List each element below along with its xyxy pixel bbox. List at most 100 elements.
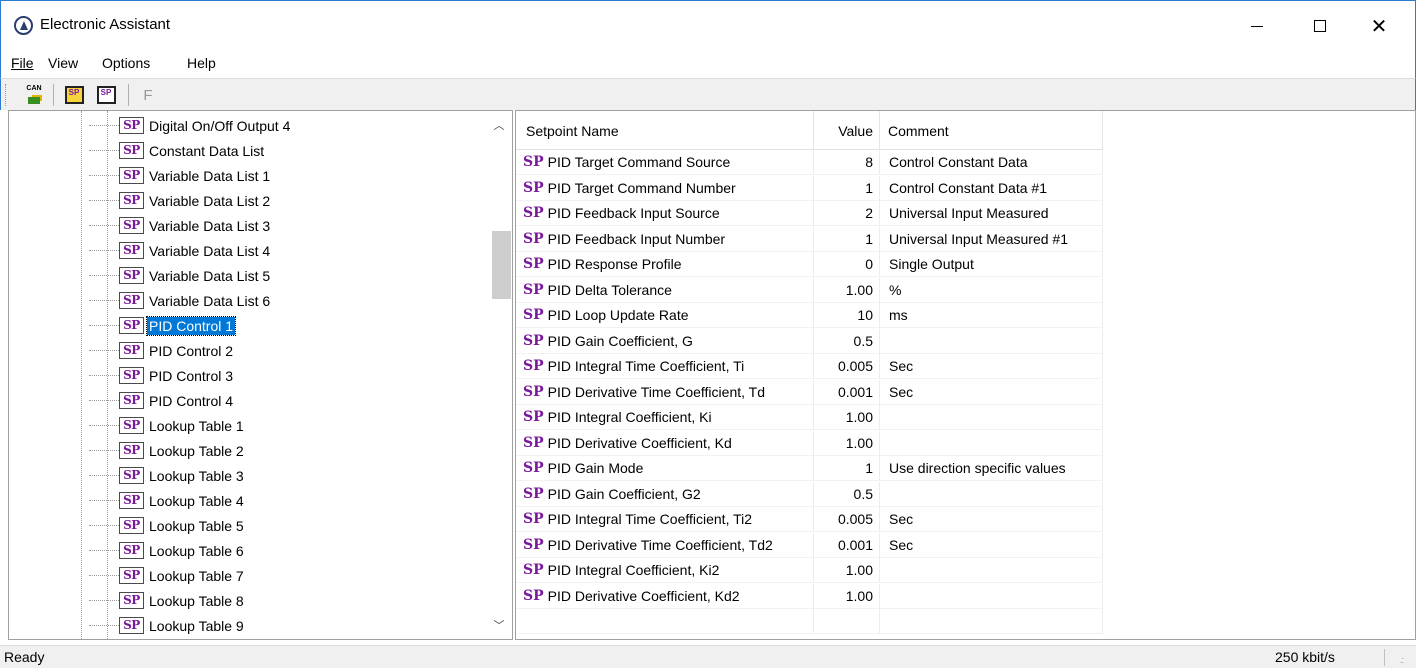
column-header-setpoint-name[interactable]: Setpoint Name xyxy=(516,111,814,150)
table-row[interactable]: SP PID Feedback Input Source 2 Universal In… xyxy=(516,201,1103,226)
tree-item[interactable]: SP Lookup Table 4 xyxy=(89,488,246,513)
resize-grip-icon[interactable]: .: xyxy=(1400,655,1404,665)
setpoint-value-cell[interactable]: 1 xyxy=(814,175,880,201)
table-row[interactable]: SP PID Integral Time Coefficient, Ti2 0.00… xyxy=(516,507,1103,532)
toolbar: CAN SP SP F xyxy=(0,78,1416,110)
setpoint-comment-cell-text: Sec xyxy=(889,358,914,374)
table-row[interactable]: SP PID Gain Coefficient, G2 0.5 xyxy=(516,481,1103,507)
tree-item[interactable]: SP Lookup Table 5 xyxy=(89,513,246,538)
setpoint-icon: SP xyxy=(119,267,144,284)
setpoint-name-cell: SP PID Derivative Time Coefficient, Td2 xyxy=(516,532,814,558)
tree-item[interactable]: SP Variable Data List 3 xyxy=(89,213,272,238)
tree-item[interactable]: SP Lookup Table 6 xyxy=(89,538,246,563)
setpoint-value-cell[interactable]: 1.00 xyxy=(814,430,880,456)
tree-item[interactable]: SP PID Control 1 xyxy=(89,313,237,338)
table-row[interactable]: SP PID Loop Update Rate 10 ms xyxy=(516,303,1103,328)
setpoint-value-cell[interactable]: 8 xyxy=(814,150,880,175)
setpoint-icon: SP xyxy=(119,317,144,334)
table-row[interactable] xyxy=(516,609,1103,634)
setpoint-value-cell[interactable]: 2 xyxy=(814,201,880,226)
setpoint-value-cell[interactable]: 1 xyxy=(814,456,880,481)
setpoint-value-cell[interactable]: 10 xyxy=(814,303,880,328)
tree-item[interactable]: SP Lookup Table 3 xyxy=(89,463,246,488)
menu-help[interactable]: Help xyxy=(187,55,216,71)
tree-item[interactable]: SP PID Control 4 xyxy=(89,388,235,413)
minimize-icon xyxy=(1251,25,1263,27)
table-row[interactable]: SP PID Derivative Time Coefficient, Td 0.0… xyxy=(516,379,1103,405)
setpoint-icon: SP xyxy=(119,467,144,484)
open-setpoint-file-button[interactable]: SP xyxy=(63,84,85,106)
tree-item[interactable]: SP Lookup Table 7 xyxy=(89,563,246,588)
setpoint-value-cell[interactable]: 0.5 xyxy=(814,328,880,354)
can-connect-button[interactable]: CAN xyxy=(23,84,45,106)
status-separator xyxy=(1384,649,1385,666)
scroll-up-icon[interactable]: ︿ xyxy=(485,115,512,135)
table-row[interactable]: SP PID Gain Mode 1 Use direction specific v… xyxy=(516,456,1103,481)
setpoint-name-cell-text: PID Delta Tolerance xyxy=(547,281,672,298)
setpoint-value-cell[interactable]: 1 xyxy=(814,226,880,252)
tree-item[interactable]: SP PID Control 2 xyxy=(89,338,235,363)
tree-item-label: Constant Data List xyxy=(149,142,265,159)
tree-item-label: Lookup Table 1 xyxy=(149,417,244,434)
setpoint-value-cell[interactable]: 0.005 xyxy=(814,354,880,379)
table-row[interactable]: SP PID Target Command Number 1 Control Cons… xyxy=(516,175,1103,201)
tree-item[interactable]: SP PID Control 3 xyxy=(89,363,235,388)
close-button[interactable]: ✕ xyxy=(1356,1,1402,51)
setpoint-value-cell[interactable]: 1.00 xyxy=(814,583,880,609)
setpoint-value-cell[interactable]: 1.00 xyxy=(814,405,880,430)
setpoint-value-cell[interactable]: 1.00 xyxy=(814,558,880,583)
setpoint-comment-cell xyxy=(880,430,1103,456)
scroll-down-icon[interactable]: ﹀ xyxy=(485,615,512,635)
table-row[interactable]: SP PID Integral Time Coefficient, Ti 0.005… xyxy=(516,354,1103,379)
maximize-button[interactable] xyxy=(1297,1,1343,51)
scrollbar-thumb[interactable] xyxy=(492,231,511,299)
tree-vertical-scrollbar[interactable]: ︿ ﹀ xyxy=(485,111,512,639)
tree-item[interactable]: SP Digital On/Off Output 4 xyxy=(89,113,292,138)
tree-item-label: Variable Data List 1 xyxy=(149,167,271,184)
setpoint-value-cell[interactable]: 1.00 xyxy=(814,277,880,303)
menu-file[interactable]: File xyxy=(11,55,34,71)
tree-item[interactable]: SP Constant Data List xyxy=(89,138,266,163)
tree-item[interactable]: SP Variable Data List 4 xyxy=(89,238,272,263)
menu-view[interactable]: View xyxy=(48,55,78,71)
save-setpoint-file-button[interactable]: SP xyxy=(95,84,117,106)
setpoint-value-cell-text: 0.005 xyxy=(837,358,873,374)
setpoint-value-cell[interactable]: 0.001 xyxy=(814,532,880,558)
tree-item[interactable]: SP Variable Data List 1 xyxy=(89,163,272,188)
table-row[interactable]: SP PID Derivative Coefficient, Kd 1.00 xyxy=(516,430,1103,456)
flash-button[interactable]: F xyxy=(137,84,159,106)
column-header-value[interactable]: Value xyxy=(814,111,880,150)
app-logo-icon[interactable] xyxy=(14,16,33,35)
tree-item[interactable]: SP Lookup Table 1 xyxy=(89,413,246,438)
setpoint-value-cell[interactable] xyxy=(814,609,880,634)
table-row[interactable]: SP PID Derivative Coefficient, Kd2 1.00 xyxy=(516,583,1103,609)
tree-item[interactable]: SP Variable Data List 2 xyxy=(89,188,272,213)
tree-item[interactable]: SP Lookup Table 9 xyxy=(89,613,246,638)
menu-view-label: View xyxy=(48,55,79,71)
setpoint-comment-cell: Sec xyxy=(880,379,1103,405)
table-row[interactable]: SP PID Response Profile 0 Single Output xyxy=(516,252,1103,277)
tree-item[interactable]: SP Lookup Table 2 xyxy=(89,438,246,463)
setpoint-comment-cell: Universal Input Measured xyxy=(880,201,1103,226)
setpoint-tree[interactable]: SP Digital On/Off Output 4 SP Constant Data… xyxy=(8,110,513,640)
table-row[interactable]: SP PID Integral Coefficient, Ki2 1.00 xyxy=(516,558,1103,583)
minimize-button[interactable] xyxy=(1234,1,1280,51)
table-row[interactable]: SP PID Target Command Source 8 Control Cons… xyxy=(516,150,1103,175)
toolbar-grip[interactable] xyxy=(5,84,8,106)
column-header-comment[interactable]: Comment xyxy=(880,111,1103,150)
table-row[interactable]: SP PID Delta Tolerance 1.00% xyxy=(516,277,1103,303)
setpoint-value-cell[interactable]: 0.001 xyxy=(814,379,880,405)
table-row[interactable]: SP PID Derivative Time Coefficient, Td2 0.… xyxy=(516,532,1103,558)
setpoint-value-cell[interactable]: 0.005 xyxy=(814,507,880,532)
table-row[interactable]: SP PID Feedback Input Number 1 Universal In… xyxy=(516,226,1103,252)
table-row[interactable]: SP PID Gain Coefficient, G 0.5 xyxy=(516,328,1103,354)
table-row[interactable]: SP PID Integral Coefficient, Ki 1.00 xyxy=(516,405,1103,430)
tree-item[interactable]: SP Variable Data List 5 xyxy=(89,263,272,288)
toolbar-separator xyxy=(128,84,129,106)
menu-options[interactable]: Options xyxy=(102,55,150,71)
setpoint-name-cell-text: PID Integral Time Coefficient, Ti xyxy=(547,358,745,374)
setpoint-value-cell[interactable]: 0.5 xyxy=(814,481,880,507)
setpoint-value-cell[interactable]: 0 xyxy=(814,252,880,277)
tree-item[interactable]: SP Lookup Table 8 xyxy=(89,588,246,613)
tree-item[interactable]: SP Variable Data List 6 xyxy=(89,288,272,313)
